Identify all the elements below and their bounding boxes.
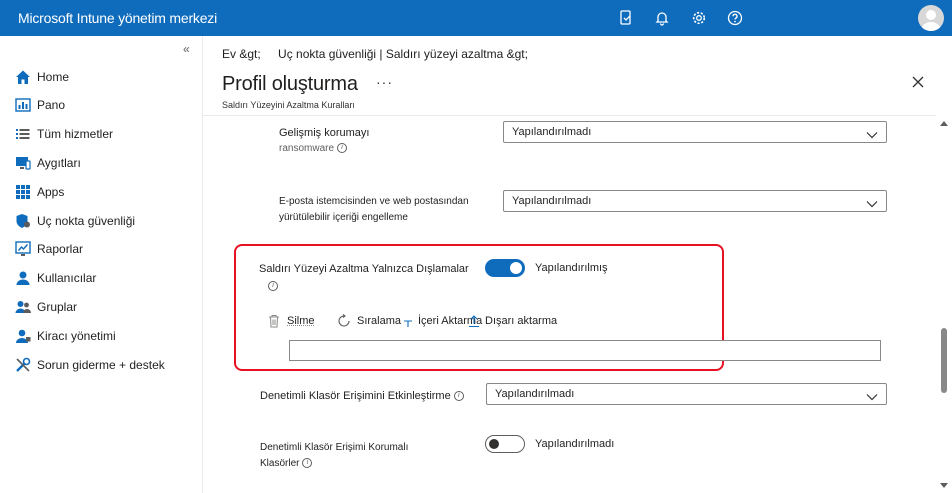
tenant-icon	[14, 327, 32, 345]
scroll-thumb[interactable]	[941, 328, 947, 393]
cfa-protected-label: Denetimli Klasör Erişimi Korumalı	[260, 442, 409, 453]
email-dropdown[interactable]: Yapılandırılmadı	[503, 190, 887, 212]
info-icon[interactable]: i	[337, 143, 348, 154]
cfa-enable-dropdown[interactable]: Yapılandırılmadı	[486, 383, 887, 405]
sidebar-item-label: Sorun giderme + destek	[37, 358, 165, 372]
sort-button[interactable]: Sıralama	[337, 314, 401, 328]
user-icon	[14, 269, 32, 287]
sort-label: Sıralama	[357, 315, 402, 327]
sidebar-item-all-services[interactable]: Tüm hizmetler	[0, 120, 203, 148]
devices-icon	[14, 154, 32, 172]
toggle-knob	[489, 439, 499, 449]
sidebar-item-label: Uç nokta güvenliği	[37, 214, 136, 228]
breadcrumb-home[interactable]: Ev &gt;	[222, 47, 261, 61]
sidebar-item-label: Tüm hizmetler	[37, 127, 114, 141]
reports-icon	[14, 240, 32, 258]
bell-icon[interactable]	[653, 9, 671, 27]
scrollbar[interactable]	[936, 115, 952, 493]
settings-panel: Gelişmiş korumayı ransomware i Yapılandır…	[203, 115, 936, 493]
dashboard-icon	[14, 96, 32, 114]
avatar[interactable]	[918, 5, 944, 31]
sidebar-item-label: Apps	[37, 185, 65, 199]
delete-button[interactable]: Silme	[267, 314, 315, 328]
ransomware-label-2: ransomware i	[279, 143, 348, 154]
chevron-down-icon	[866, 127, 878, 139]
help-icon[interactable]	[726, 9, 744, 27]
sidebar-item-apps[interactable]: Apps	[0, 178, 203, 206]
ransomware-label: Gelişmiş korumayı	[279, 127, 370, 139]
sidebar-item-tenant-admin[interactable]: Kiracı yönetimi	[0, 322, 203, 350]
sidebar-item-label: Pano	[37, 98, 66, 112]
exclusions-input[interactable]	[289, 340, 881, 361]
scroll-down-arrow[interactable]	[940, 483, 948, 488]
sidebar-item-reports[interactable]: Raporlar	[0, 235, 203, 263]
list-icon	[14, 125, 32, 143]
ransomware-dropdown[interactable]: Yapılandırılmadı	[503, 121, 887, 143]
shield-icon	[14, 212, 32, 230]
cfa-protected-toggle-label: Yapılandırılmadı	[535, 438, 615, 450]
collapse-sidebar-button[interactable]: «	[183, 42, 190, 56]
ransomware-label-text: ransomware	[279, 143, 335, 154]
dropdown-value: Yapılandırılmadı	[495, 388, 575, 400]
cfa-protected-toggle[interactable]	[485, 435, 525, 453]
sidebar-item-troubleshooting[interactable]: Sorun giderme + destek	[0, 351, 203, 379]
device-icon[interactable]	[617, 9, 635, 27]
gear-icon[interactable]	[690, 9, 708, 27]
chevron-down-icon	[866, 389, 878, 401]
delete-label: Silme	[287, 315, 315, 327]
email-label: E-posta istemcisinden ve web postasından	[279, 196, 469, 207]
scroll-up-arrow[interactable]	[940, 121, 948, 126]
page-title: Profil oluşturma	[222, 73, 358, 95]
sidebar-item-endpoint-security[interactable]: Uç nokta güvenliği	[0, 207, 203, 235]
cfa-protected-label-2: Klasörler i	[260, 456, 313, 471]
cfa-protected-label-text: Klasörler	[260, 458, 300, 469]
dropdown-value: Yapılandırılmadı	[512, 126, 592, 138]
breadcrumb: Ev &gt; Uç nokta güvenliği | Saldırı yüz…	[222, 47, 528, 61]
top-bar: Microsoft Intune yönetim merkezi	[0, 0, 952, 36]
trash-icon	[267, 314, 281, 328]
exclusions-label: Saldırı Yüzeyi Azaltma Yalnızca Dışlamal…	[259, 263, 469, 275]
chevron-down-icon	[866, 196, 878, 208]
apps-icon	[14, 183, 32, 201]
sidebar-item-label: Gruplar	[37, 300, 78, 314]
refresh-icon	[337, 314, 351, 328]
info-icon[interactable]: i	[268, 281, 278, 291]
sidebar-item-label: Kullanıcılar	[37, 271, 97, 285]
sidebar-item-home[interactable]: Home	[0, 63, 203, 91]
export-button[interactable]: Dışarı aktarma	[467, 314, 557, 328]
home-icon	[14, 68, 32, 86]
sidebar-item-label: Home	[37, 70, 70, 84]
app-title[interactable]: Microsoft Intune yönetim merkezi	[18, 10, 217, 26]
import-icon	[401, 314, 415, 328]
exclusions-toggle[interactable]	[485, 259, 525, 277]
sidebar-item-label: Aygıtları	[37, 156, 81, 170]
groups-icon	[14, 298, 32, 316]
sidebar-item-devices[interactable]: Aygıtları	[0, 149, 203, 177]
sidebar-item-users[interactable]: Kullanıcılar	[0, 264, 203, 292]
toggle-knob	[510, 262, 522, 274]
dropdown-value: Yapılandırılmadı	[512, 195, 592, 207]
more-options-button[interactable]: ···	[376, 74, 393, 90]
export-label: Dışarı aktarma	[485, 315, 558, 327]
cfa-enable-label: Denetimli Klasör Erişimini Etkinleştirme…	[260, 389, 464, 404]
sidebar-item-label: Raporlar	[37, 242, 84, 256]
email-label-2: yürütülebilir içeriği engelleme	[279, 212, 408, 223]
cfa-enable-label-text: Denetimli Klasör Erişimini Etkinleştirme	[260, 390, 451, 402]
tools-icon	[14, 356, 32, 374]
info-icon[interactable]: i	[453, 391, 464, 402]
sidebar: « Home Pano Tüm hizmetler Aygıtları Apps…	[0, 36, 203, 493]
sidebar-item-groups[interactable]: Gruplar	[0, 293, 203, 321]
exclusions-toggle-label: Yapılandırılmış	[535, 262, 608, 274]
close-icon[interactable]	[910, 74, 926, 90]
export-icon	[467, 314, 481, 328]
sidebar-item-pano[interactable]: Pano	[0, 91, 203, 119]
sidebar-item-label: Kiracı yönetimi	[37, 329, 116, 343]
info-icon[interactable]: i	[302, 458, 313, 469]
breadcrumb-path[interactable]: Uç nokta güvenliği | Saldırı yüzeyi azal…	[278, 47, 528, 61]
page-subtitle: Saldırı Yüzeyini Azaltma Kuralları	[222, 100, 355, 110]
